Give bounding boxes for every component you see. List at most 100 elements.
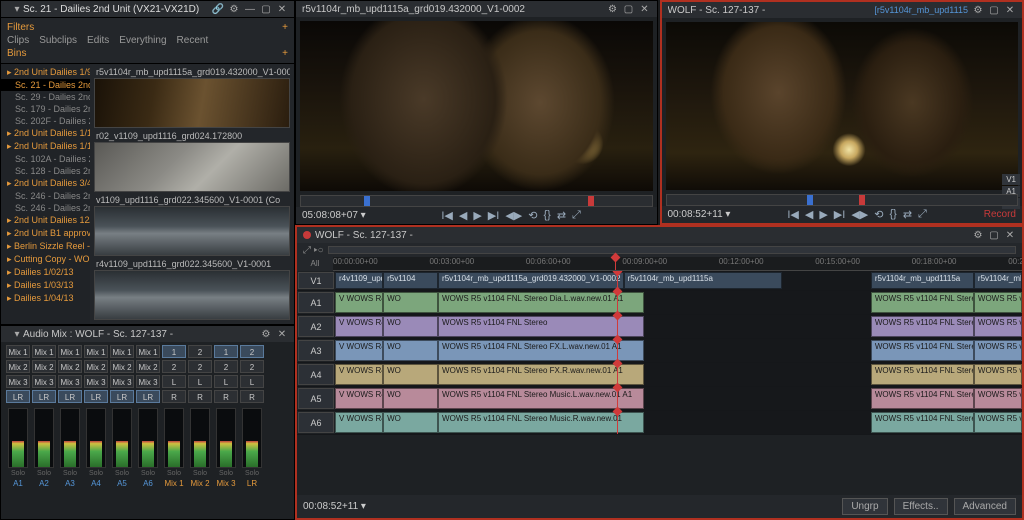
mix-assign-button[interactable]: R [162, 390, 186, 403]
transport-button[interactable]: ⟲ [874, 208, 883, 221]
maximize-icon[interactable]: ▢ [988, 4, 1000, 16]
clip-thumbnail[interactable]: r5v1104r_mb_upd1115a_grd019.432000_V1-00… [94, 66, 290, 128]
timeline-clip[interactable]: r5v1104r_mb_upd1115a_grd019.432000_V1-00… [438, 272, 623, 289]
tree-item[interactable]: ▸ 2nd Unit B1 approved - Pt [1, 227, 90, 240]
transport-button[interactable]: ▶I [834, 208, 846, 221]
mix-assign-button[interactable]: Mix 1 [58, 345, 82, 358]
mix-assign-button[interactable]: Mix 2 [110, 360, 134, 373]
timeline-clip[interactable]: WOWS R5 v110 [974, 412, 1022, 433]
timeline-clip[interactable]: WOWS R5 v1104 FNL Stereo FX.L.wav.new.01… [438, 340, 644, 361]
mix-assign-button[interactable]: Mix 2 [58, 360, 82, 373]
tree-item[interactable]: Sc. 246 - Dailies 2nd Unit [1, 202, 90, 214]
bins-label[interactable]: Bins [7, 48, 26, 59]
timeline-clip[interactable]: WOWS R5 v1104 FNL Stereo FX.L.wav [871, 340, 974, 361]
fader-strip[interactable]: SoloA5 [110, 408, 134, 488]
fader-strip[interactable]: SoloMix 2 [188, 408, 212, 488]
close-icon[interactable]: ✕ [276, 3, 288, 15]
timeline-clip[interactable]: r5v1104r_mb_upd1115a [871, 272, 974, 289]
transport-button[interactable]: ▶ [819, 208, 827, 221]
timeline-clip[interactable]: WOWS R5 v1104 FNL Stereo Music.L.wav.new… [438, 388, 644, 409]
track-lane[interactable]: V WOWS R4 v1109WOWOWS R5 v1104 FNL Stere… [335, 411, 1022, 434]
timeline-timecode[interactable]: 00:08:52+11 ▾ [303, 501, 366, 512]
gear-icon[interactable]: ⚙ [972, 229, 984, 241]
tree-item[interactable]: Sc. 246 - Dailies 2nd Unit [1, 190, 90, 202]
mix-assign-button[interactable]: R [188, 390, 212, 403]
mix-assign-button[interactable]: Mix 2 [32, 360, 56, 373]
zoom-label[interactable]: ⤢ ▸○ [303, 245, 324, 256]
mix-assign-button[interactable]: L [214, 375, 238, 388]
timeline-ruler[interactable]: 00:00:00+0000:03:00+0000:06:00+0000:09:0… [333, 257, 1022, 271]
track-header[interactable]: V1 [298, 272, 334, 289]
track-header[interactable]: A1 [298, 292, 334, 313]
timeline-clip[interactable]: r4v1109_upd1116_grd [335, 272, 383, 289]
advanced-button[interactable]: Advanced [954, 498, 1016, 515]
timeline-clip[interactable]: WO [383, 316, 438, 337]
tree-item[interactable]: ▸ Dailies 1/02/13 [1, 266, 90, 279]
transport-button[interactable]: ⤢ [572, 209, 581, 222]
transport-button[interactable]: {} [889, 208, 896, 221]
filters-label[interactable]: Filters [7, 22, 34, 33]
timeline-clip[interactable]: WO [383, 388, 438, 409]
track-lane[interactable]: r4v1109_upd1116_grdr5v1104r5v1104r_mb_up… [335, 271, 1022, 290]
bins-tab[interactable]: Subclips [39, 35, 77, 46]
tree-item[interactable]: ▸ 2nd Unit Dailies 3/4/13 [1, 177, 90, 190]
bins-tab[interactable]: Everything [119, 35, 166, 46]
bins-tab[interactable]: Edits [87, 35, 109, 46]
timeline-clip[interactable]: WOWS R5 v1104 FNL Stereo Music.R [871, 412, 974, 433]
clip-thumbnail[interactable]: v1109_upd1116_grd022.345600_V1-0001 (Co [94, 194, 290, 256]
mix-assign-button[interactable]: LR [84, 390, 108, 403]
timeline-clip[interactable]: V WOWS R4 v1109 [335, 412, 383, 433]
tree-item[interactable]: ▸ Cutting Copy - WOLF [1, 253, 90, 266]
gear-icon[interactable]: ⚙ [972, 4, 984, 16]
mix-assign-button[interactable]: R [214, 390, 238, 403]
transport-button[interactable]: ◀▶ [851, 208, 868, 221]
tree-item[interactable]: Sc. 128 - Dailies 2nd Unit [1, 165, 90, 177]
fader-strip[interactable]: SoloLR [240, 408, 264, 488]
transport-button[interactable]: ▶ [473, 209, 481, 222]
close-icon[interactable]: ✕ [1004, 4, 1016, 16]
tree-item[interactable]: Sc. 179 - Dailies 2nd U [1, 103, 90, 115]
timeline-clip[interactable]: WOWS R5 v1104 [974, 292, 1022, 313]
transport-button[interactable]: {} [543, 209, 550, 222]
effects-button[interactable]: Effects.. [894, 498, 948, 515]
transport-button[interactable]: ⤢ [918, 208, 927, 221]
fader-strip[interactable]: SoloA3 [58, 408, 82, 488]
tree-item[interactable]: Sc. 29 - Dailies 2nd Unit [1, 91, 90, 103]
mix-assign-button[interactable]: Mix 1 [136, 345, 160, 358]
timeline-clip[interactable]: WOWS R5 v1104 [974, 340, 1022, 361]
track-header[interactable]: A6 [298, 412, 334, 433]
chevron-down-icon[interactable]: ▾ [11, 3, 23, 15]
source-viewer-frame[interactable] [300, 21, 653, 191]
mix-assign-button[interactable]: Mix 2 [6, 360, 30, 373]
track-lane[interactable]: V WOWS R4 v1109WOWOWS R5 v1104 FNL Stere… [335, 291, 1022, 314]
mix-assign-button[interactable]: 2 [240, 360, 264, 373]
tree-item[interactable]: ▸ Dailies 1/04/13 [1, 292, 90, 305]
tree-item[interactable]: ▸ Berlin Sizzle Reel - Feb. 7 [1, 240, 90, 253]
mix-assign-button[interactable]: 2 [188, 345, 212, 358]
close-icon[interactable]: ✕ [1004, 229, 1016, 241]
mix-assign-button[interactable]: Mix 3 [58, 375, 82, 388]
fader-strip[interactable]: SoloMix 1 [162, 408, 186, 488]
mix-assign-button[interactable]: L [188, 375, 212, 388]
track-header[interactable]: A2 [298, 316, 334, 337]
track-lane[interactable]: V WOWS R4 v1109WOWOWS R5 v1104 FNL Stere… [335, 387, 1022, 410]
track-lane[interactable]: V WOWS R4 v1109WOWOWS R5 v1104 FNL Stere… [335, 363, 1022, 386]
transport-button[interactable]: ⇄ [903, 208, 912, 221]
mix-assign-button[interactable]: LR [6, 390, 30, 403]
mix-assign-button[interactable]: R [240, 390, 264, 403]
mix-assign-button[interactable]: LR [32, 390, 56, 403]
tree-item[interactable]: ▸ Dailies 1/03/13 [1, 279, 90, 292]
mix-assign-button[interactable]: Mix 3 [136, 375, 160, 388]
transport-button[interactable]: ▶I [488, 209, 500, 222]
mix-assign-button[interactable]: Mix 3 [32, 375, 56, 388]
transport-button[interactable]: ⇄ [557, 209, 566, 222]
gear-icon[interactable]: ⚙ [260, 328, 272, 340]
maximize-icon[interactable]: ▢ [988, 229, 1000, 241]
transport-button[interactable]: I◀ [787, 208, 799, 221]
playhead[interactable] [615, 257, 616, 270]
gear-icon[interactable]: ⚙ [228, 3, 240, 15]
minimize-icon[interactable]: — [244, 3, 256, 15]
mix-assign-button[interactable]: Mix 1 [6, 345, 30, 358]
tree-item[interactable]: ▸ 2nd Unit Dailies 12/18/12 [1, 214, 90, 227]
mix-assign-button[interactable]: Mix 1 [32, 345, 56, 358]
